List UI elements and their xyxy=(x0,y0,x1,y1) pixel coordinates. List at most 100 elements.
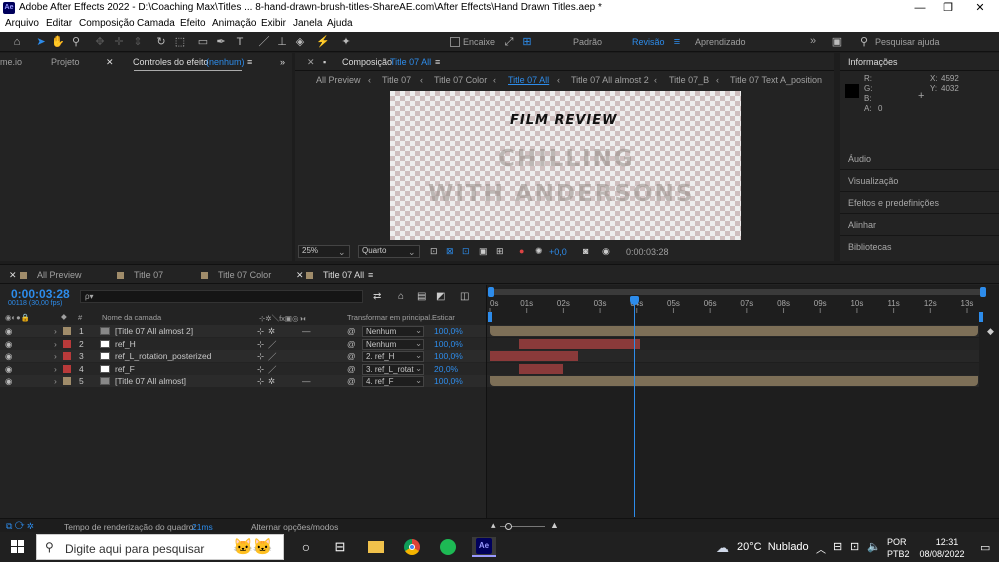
quality-switch-icon[interactable]: ／ xyxy=(268,351,277,363)
panel-visualizacao[interactable]: Visualização xyxy=(848,176,898,186)
timeline-close-icon[interactable]: ✕ xyxy=(9,270,17,281)
spotify-icon[interactable] xyxy=(438,537,458,557)
brush-tool-icon[interactable]: ／ xyxy=(257,35,271,49)
zoom-out-icon[interactable]: ▴ xyxy=(491,520,496,531)
widgets-icon[interactable]: ⊟ xyxy=(330,537,350,557)
minimize-button[interactable]: — xyxy=(905,0,935,17)
layer-name[interactable]: ref_H xyxy=(115,339,136,349)
comp-name[interactable]: Title 07 All xyxy=(390,57,431,67)
anchor-tool-icon[interactable]: ⬚ xyxy=(173,35,187,49)
snap-grid-icon[interactable]: ⊞ xyxy=(520,35,534,49)
visibility-eye-icon[interactable]: ◉ xyxy=(5,376,12,387)
col-parent[interactable]: Transformar em principal... xyxy=(347,313,436,322)
visibility-eye-icon[interactable]: ◉ xyxy=(5,326,12,337)
timeline-tab-all-preview[interactable]: All Preview xyxy=(20,270,82,280)
clock-date[interactable]: 08/08/2022 xyxy=(912,549,972,559)
tab-close-icon[interactable]: ✕ xyxy=(106,57,114,68)
zoom-in-icon[interactable]: ▲ xyxy=(550,520,559,530)
workspace-overflow-icon[interactable]: » xyxy=(810,35,816,47)
chrome-icon[interactable] xyxy=(402,537,422,557)
zoom-tool-icon[interactable]: ⚲ xyxy=(69,35,83,49)
channel-icon[interactable]: ● xyxy=(519,246,524,256)
volume-icon[interactable]: 🔈 xyxy=(867,540,881,553)
pan-camera-icon[interactable]: ✛ xyxy=(112,35,126,49)
time-ruler[interactable]: 0s01s02s03s04s05s06s07s08s09s10s11s12s13… xyxy=(486,295,999,313)
layer-duration-bar[interactable] xyxy=(519,338,641,349)
breadcrumb-title07-color[interactable]: Title 07 Color xyxy=(434,75,487,85)
menu-editar[interactable]: Editar xyxy=(46,18,72,29)
stretch-value[interactable]: 20,0% xyxy=(434,364,458,374)
timeline-menu-icon[interactable]: ≡ xyxy=(368,270,373,280)
panel-bibliotecas[interactable]: Bibliotecas xyxy=(848,242,892,252)
close-button[interactable]: ✕ xyxy=(965,0,995,17)
motion-blur-switch-icon[interactable]: — xyxy=(302,376,311,386)
comp-flowchart-icon[interactable]: ⇄ xyxy=(373,291,381,302)
stretch-value[interactable]: 100,0% xyxy=(434,351,463,361)
language-code[interactable]: POR xyxy=(887,537,907,547)
clone-stamp-icon[interactable]: ⊥ xyxy=(275,35,289,49)
rotation-tool-icon[interactable]: ↻ xyxy=(154,35,168,49)
pen-tool-icon[interactable]: ✒ xyxy=(214,35,228,49)
col-name[interactable]: Nome da camada xyxy=(102,313,161,322)
pickwhip-icon[interactable]: @ xyxy=(347,339,356,349)
lock-icon[interactable]: ▪ xyxy=(323,57,326,67)
layer-row[interactable]: ◉ › 4 ref_F ⊹ ／ @3. ref_L_rotat ⌄ 20,0% xyxy=(0,362,486,375)
layer-name[interactable]: [Title 07 All almost] xyxy=(115,376,186,386)
transparency-grid-icon[interactable]: ⊠ xyxy=(446,246,454,257)
label-swatch[interactable] xyxy=(63,377,71,385)
stretch-value[interactable]: 100,0% xyxy=(434,326,463,336)
stretch-value[interactable]: 100,0% xyxy=(434,376,463,386)
tab-me-io[interactable]: me.io xyxy=(0,57,22,67)
expand-chevron-icon[interactable]: › xyxy=(54,364,57,374)
comp-menu-icon[interactable]: ≡ xyxy=(435,57,440,67)
viewer-icon[interactable]: ▣ xyxy=(830,35,844,49)
layer-row[interactable]: ◉ › 3 ref_L_rotation_posterized ⊹ ／ @2. ref_H ⌄… xyxy=(0,350,486,362)
layer-duration-bar[interactable] xyxy=(519,363,564,374)
panel-efeitos[interactable]: Efeitos e predefinições xyxy=(848,198,939,208)
workspace-revisao[interactable]: Revisão xyxy=(632,37,665,47)
dolly-camera-icon[interactable]: ⇕ xyxy=(131,35,145,49)
layer-name[interactable]: [Title 07 All almost 2] xyxy=(115,326,193,336)
layer-duration-bar[interactable] xyxy=(490,376,978,386)
puppet-pin-icon[interactable]: ✦ xyxy=(339,35,353,49)
menu-arquivo[interactable]: Arquivo xyxy=(5,18,39,29)
visibility-eye-icon[interactable]: ◉ xyxy=(5,339,12,350)
menu-ajuda[interactable]: Ajuda xyxy=(327,18,353,29)
fast-previews-icon[interactable]: ⊡ xyxy=(430,246,438,257)
shy-switch-icon[interactable]: ⊹ xyxy=(257,376,264,387)
tray-app-icon[interactable]: ⊟ xyxy=(833,540,842,553)
snap-checkbox[interactable] xyxy=(450,37,460,47)
expand-chevron-icon[interactable]: › xyxy=(54,326,57,336)
breadcrumb-title07[interactable]: Title 07 xyxy=(382,75,411,85)
breadcrumb-title07-b[interactable]: Title 07_B xyxy=(669,75,709,85)
tab-projeto[interactable]: Projeto xyxy=(51,57,80,67)
composition-viewer[interactable]: FILM REVIEW CHILLING WITH ANDERSONS xyxy=(390,91,741,240)
clock-time[interactable]: 12:31 xyxy=(924,537,970,547)
quality-switch-icon[interactable]: ／ xyxy=(268,339,277,351)
pickwhip-icon[interactable]: @ xyxy=(347,364,356,374)
stretch-value[interactable]: 100,0% xyxy=(434,339,463,349)
zoom-slider-thumb[interactable] xyxy=(505,523,512,530)
tab-controles-efeito[interactable]: Controles do efeito xyxy=(133,57,209,67)
expand-chevron-icon[interactable]: › xyxy=(54,351,57,361)
reset-exposure-icon[interactable]: ✺ xyxy=(535,246,543,257)
render-status-icons[interactable]: ⧉ ⟳ ✲ xyxy=(6,521,34,532)
graph-editor-icon[interactable]: ◫ xyxy=(460,291,469,302)
snap-options-icon[interactable]: ⤢ xyxy=(502,35,516,49)
menu-efeito[interactable]: Efeito xyxy=(180,18,206,29)
label-swatch[interactable] xyxy=(63,327,71,335)
frame-blending-icon[interactable]: ◩ xyxy=(436,291,445,302)
collapse-switch-icon[interactable]: ✲ xyxy=(268,326,275,337)
expand-chevron-icon[interactable]: › xyxy=(54,339,57,349)
keyboard-layout[interactable]: PTB2 xyxy=(887,549,910,559)
out-point-marker[interactable] xyxy=(979,312,983,322)
layer-duration-bar[interactable] xyxy=(490,326,978,336)
windows-start-icon[interactable] xyxy=(8,537,28,557)
notifications-icon[interactable]: ▭ xyxy=(980,541,990,554)
pickwhip-icon[interactable]: @ xyxy=(347,351,356,361)
file-explorer-icon[interactable] xyxy=(366,537,386,557)
roto-brush-icon[interactable]: ⚡ xyxy=(316,35,330,49)
motion-blur-switch-icon[interactable]: — xyxy=(302,326,311,336)
expand-chevron-icon[interactable]: › xyxy=(54,376,57,386)
menu-animacao[interactable]: Animação xyxy=(212,18,256,29)
